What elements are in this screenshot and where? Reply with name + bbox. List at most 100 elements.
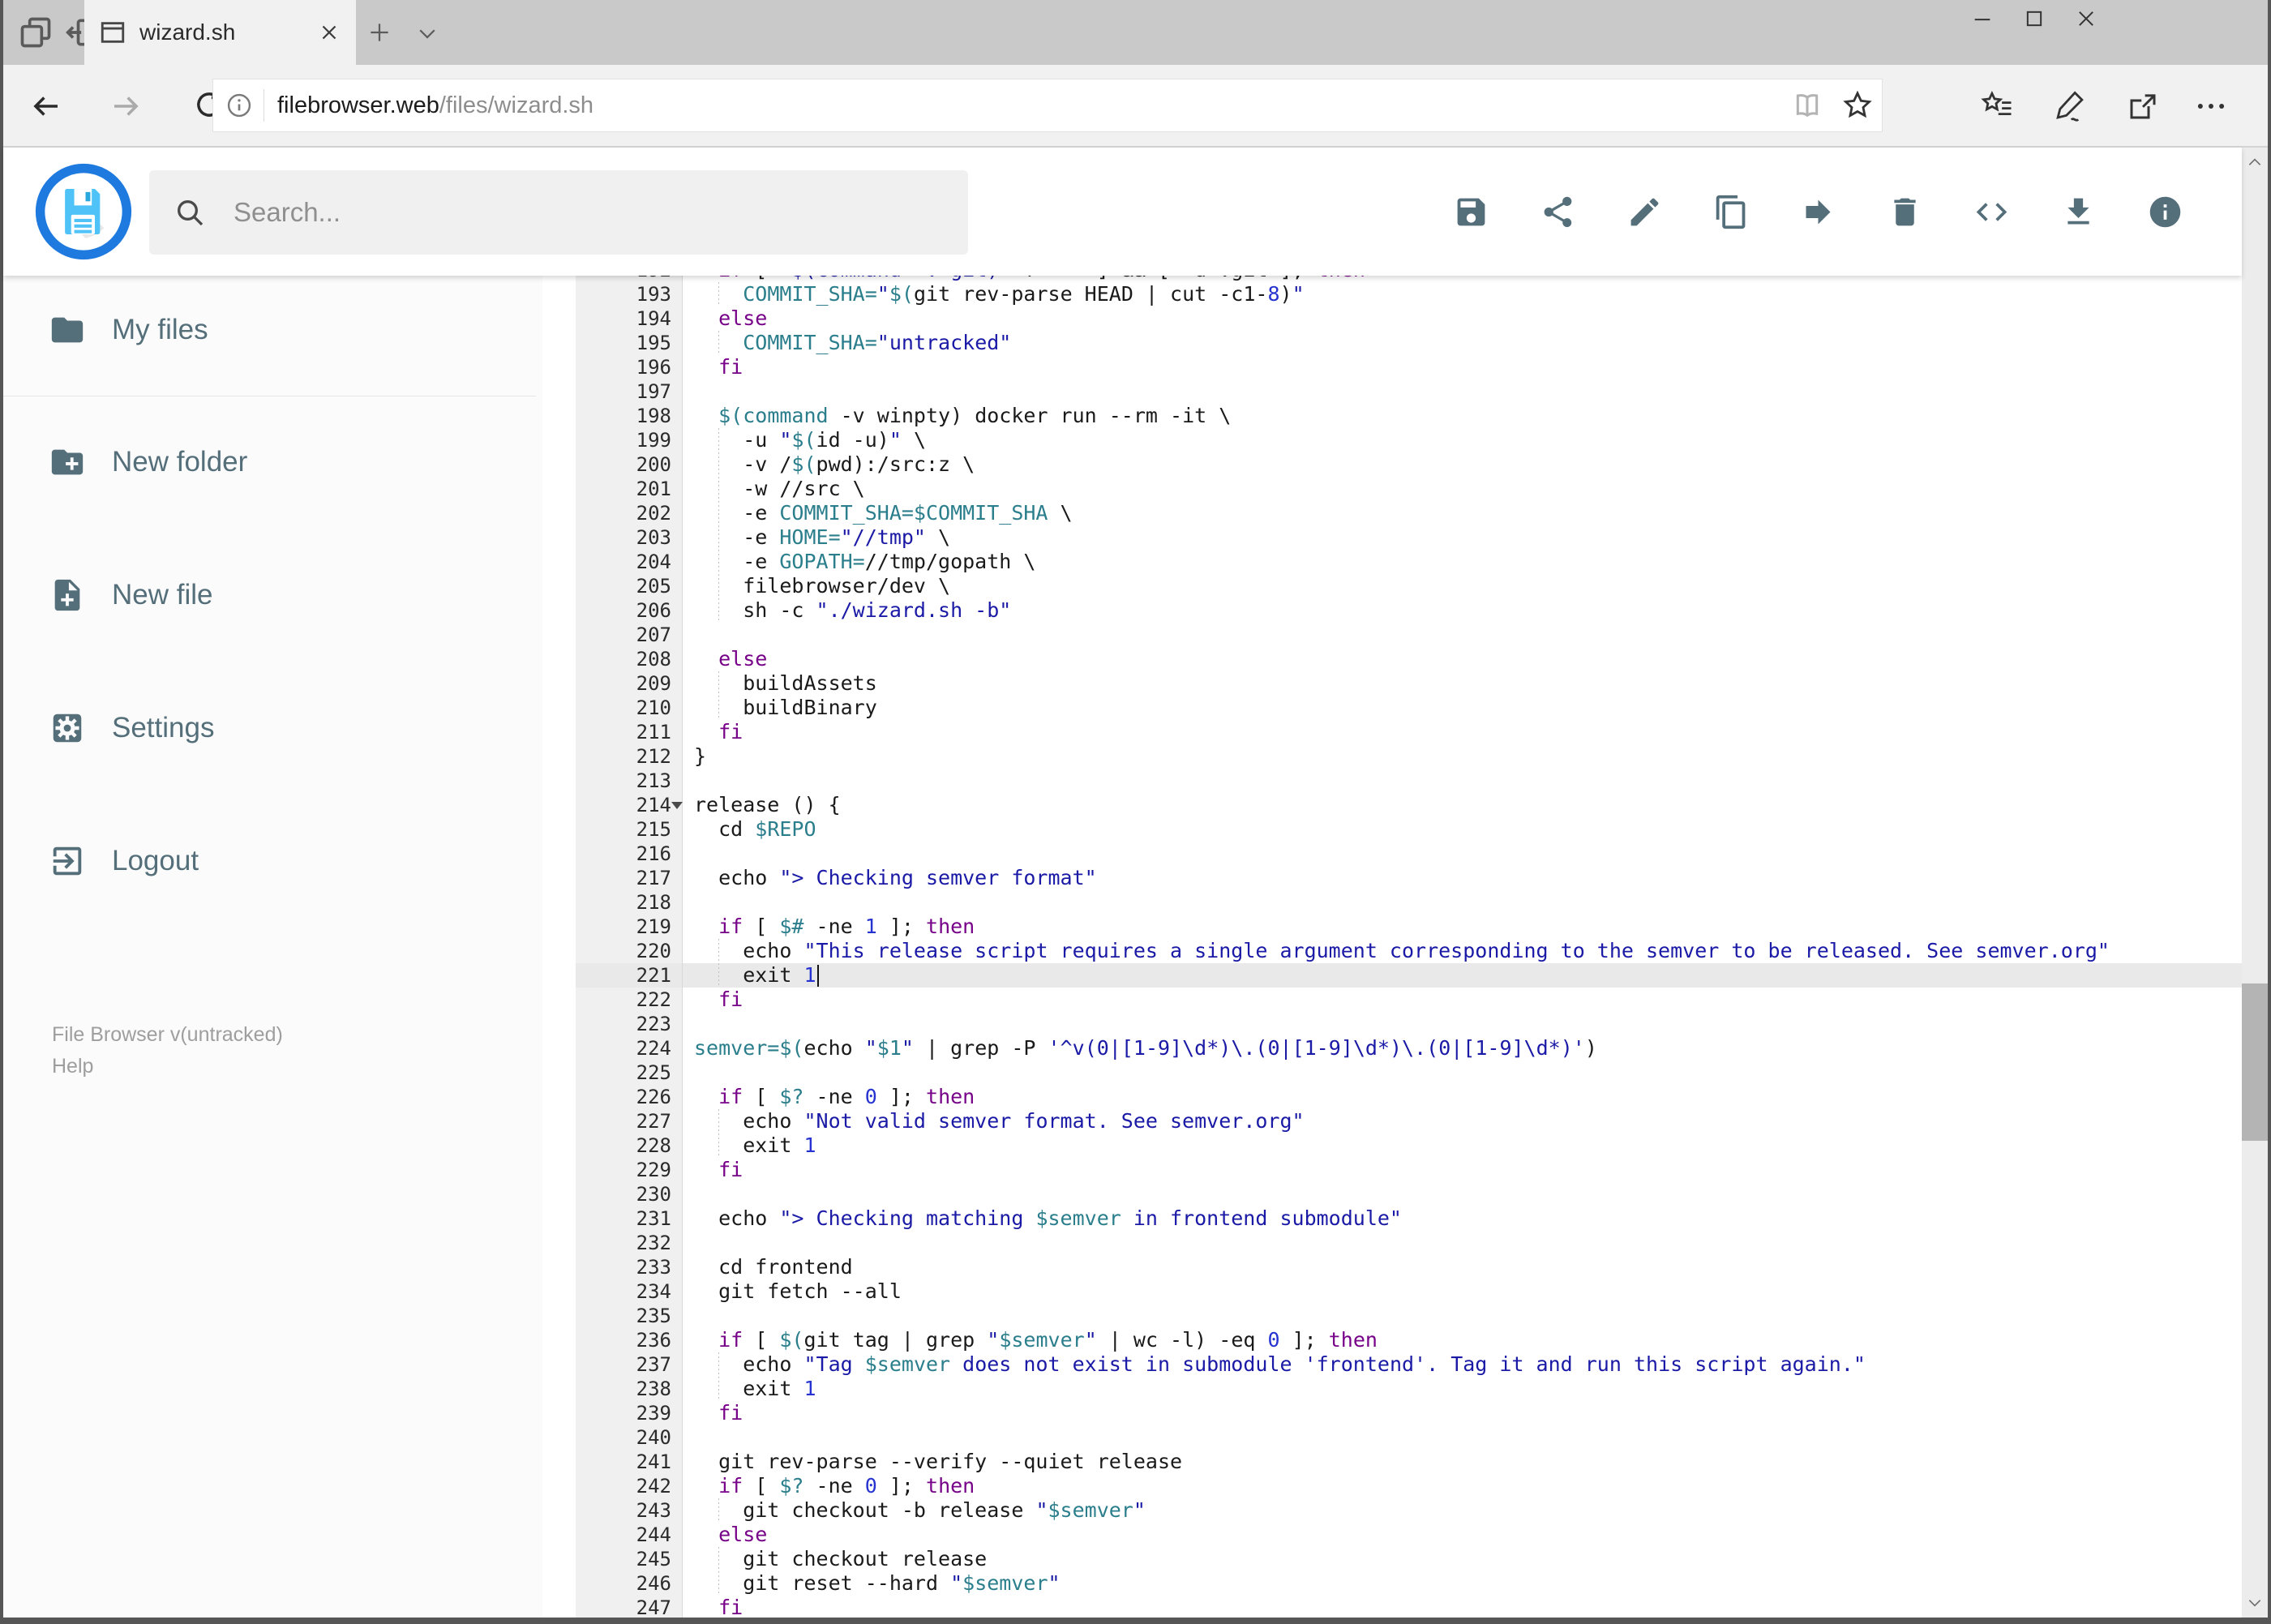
- code-line[interactable]: 221 exit 1: [576, 963, 2242, 988]
- code-line[interactable]: 197: [576, 379, 2242, 404]
- code-line[interactable]: 219 if [ $# -ne 1 ]; then: [576, 915, 2242, 939]
- sidebar-item-logout[interactable]: Logout: [3, 828, 542, 894]
- code-line[interactable]: 236 if [ $(git tag | grep "$semver" | wc…: [576, 1328, 2242, 1352]
- share-button[interactable]: [1540, 194, 1576, 230]
- code-line[interactable]: 246 git reset --hard "$semver": [576, 1571, 2242, 1596]
- code-line[interactable]: 192 if [ "$(command -v git)" != "" ] && …: [576, 276, 2242, 282]
- code-line[interactable]: 212}: [576, 744, 2242, 769]
- site-info-icon[interactable]: [225, 91, 254, 120]
- code-line[interactable]: 230: [576, 1182, 2242, 1206]
- code-line[interactable]: 193 COMMIT_SHA="$(git rev-parse HEAD | c…: [576, 282, 2242, 306]
- scrollbar-thumb[interactable]: [2242, 983, 2268, 1141]
- code-line[interactable]: 203 -e HOME="//tmp" \: [576, 525, 2242, 550]
- code-line[interactable]: 235: [576, 1304, 2242, 1328]
- close-window-button[interactable]: [2075, 7, 2097, 30]
- raw-code-button[interactable]: [1973, 194, 2010, 230]
- minimize-button[interactable]: [1971, 7, 1994, 30]
- sidebar-item-new-folder[interactable]: New folder: [3, 429, 542, 495]
- sidebar-item-my-files[interactable]: My files: [3, 297, 542, 363]
- code-line[interactable]: 231 echo "> Checking matching $semver in…: [576, 1206, 2242, 1231]
- move-button[interactable]: [1800, 194, 1836, 230]
- code-line[interactable]: 247 fi: [576, 1596, 2242, 1618]
- code-line[interactable]: 214 release () {: [576, 793, 2242, 817]
- code-line[interactable]: 234 git fetch --all: [576, 1279, 2242, 1304]
- code-line[interactable]: 199 -u "$(id -u)" \: [576, 428, 2242, 452]
- code-line[interactable]: 239 fi: [576, 1401, 2242, 1425]
- code-line[interactable]: 217 echo "> Checking semver format": [576, 866, 2242, 890]
- code-line[interactable]: 243 git checkout -b release "$semver": [576, 1498, 2242, 1523]
- fold-arrow-icon[interactable]: [671, 802, 683, 809]
- code-line[interactable]: 194 else: [576, 306, 2242, 331]
- code-text: exit 1: [683, 1133, 816, 1158]
- code-line[interactable]: 216: [576, 842, 2242, 866]
- forward-button[interactable]: [109, 89, 143, 123]
- download-button[interactable]: [2060, 194, 2097, 230]
- code-line[interactable]: 195 COMMIT_SHA="untracked": [576, 331, 2242, 355]
- code-line[interactable]: 208 else: [576, 647, 2242, 671]
- code-line[interactable]: 198 $(command -v winpty) docker run --rm…: [576, 404, 2242, 428]
- code-line[interactable]: 224 semver=$(echo "$1" | grep -P '^v(0|[1…: [576, 1036, 2242, 1061]
- code-line[interactable]: 213: [576, 769, 2242, 793]
- copy-button[interactable]: [1713, 194, 1750, 230]
- new-tab-button[interactable]: [366, 19, 392, 45]
- code-line[interactable]: 210 buildBinary: [576, 696, 2242, 720]
- code-line[interactable]: 241 git rev-parse --verify --quiet relea…: [576, 1450, 2242, 1474]
- web-notes-pen-icon[interactable]: [2053, 89, 2087, 123]
- browser-tab[interactable]: wizard.sh: [84, 0, 356, 65]
- tab-preview-icon[interactable]: [18, 15, 54, 50]
- share-page-icon[interactable]: [2126, 89, 2160, 123]
- reading-view-icon[interactable]: [1791, 89, 1823, 122]
- code-line[interactable]: 211 fi: [576, 720, 2242, 744]
- save-button[interactable]: [1453, 194, 1489, 230]
- code-line[interactable]: 244 else: [576, 1523, 2242, 1547]
- code-line[interactable]: 245 git checkout release: [576, 1547, 2242, 1571]
- sidebar-item-settings[interactable]: Settings: [3, 695, 542, 761]
- scroll-down-icon[interactable]: [2247, 1595, 2263, 1611]
- help-link[interactable]: Help: [52, 1051, 283, 1082]
- back-button[interactable]: [29, 89, 63, 123]
- code-line[interactable]: 238 exit 1: [576, 1377, 2242, 1401]
- code-line[interactable]: 225: [576, 1061, 2242, 1085]
- more-menu-icon[interactable]: [2194, 89, 2228, 123]
- delete-button[interactable]: [1887, 194, 1923, 230]
- info-button[interactable]: [2147, 194, 2183, 230]
- code-line[interactable]: 228 exit 1: [576, 1133, 2242, 1158]
- code-line[interactable]: 232: [576, 1231, 2242, 1255]
- favorite-star-icon[interactable]: [1841, 89, 1874, 122]
- code-line[interactable]: 220 echo "This release script requires a…: [576, 939, 2242, 963]
- filebrowser-logo-icon[interactable]: [34, 162, 133, 261]
- code-line[interactable]: 196 fi: [576, 355, 2242, 379]
- code-editor[interactable]: 192 if [ "$(command -v git)" != "" ] && …: [542, 276, 2242, 1618]
- vertical-scrollbar[interactable]: [2242, 148, 2268, 1618]
- code-line[interactable]: 209 buildAssets: [576, 671, 2242, 696]
- code-line[interactable]: 242 if [ $? -ne 0 ]; then: [576, 1474, 2242, 1498]
- code-line[interactable]: 205 filebrowser/dev \: [576, 574, 2242, 598]
- url-bar[interactable]: filebrowser.web/files/wizard.sh: [212, 79, 1883, 132]
- code-line[interactable]: 201 -w //src \: [576, 477, 2242, 501]
- rename-button[interactable]: [1626, 194, 1663, 230]
- code-line[interactable]: 223: [576, 1012, 2242, 1036]
- code-line[interactable]: 218: [576, 890, 2242, 915]
- scroll-up-icon[interactable]: [2247, 154, 2263, 170]
- tab-close-icon[interactable]: [317, 20, 341, 45]
- code-line[interactable]: 200 -v /$(pwd):/src:z \: [576, 452, 2242, 477]
- code-line[interactable]: 215 cd $REPO: [576, 817, 2242, 842]
- tab-list-chevron-icon[interactable]: [415, 21, 439, 45]
- search-input[interactable]: [234, 197, 944, 228]
- code-line[interactable]: 226 if [ $? -ne 0 ]; then: [576, 1085, 2242, 1109]
- code-line[interactable]: 237 echo "Tag $semver does not exist in …: [576, 1352, 2242, 1377]
- line-number: 214: [576, 793, 683, 817]
- code-line[interactable]: 222 fi: [576, 988, 2242, 1012]
- code-line[interactable]: 204 -e GOPATH=//tmp/gopath \: [576, 550, 2242, 574]
- search-box[interactable]: [149, 170, 968, 255]
- code-line[interactable]: 206 sh -c "./wizard.sh -b": [576, 598, 2242, 623]
- maximize-button[interactable]: [2023, 7, 2046, 30]
- hub-favorites-icon[interactable]: [1980, 89, 2014, 123]
- code-line[interactable]: 229 fi: [576, 1158, 2242, 1182]
- code-line[interactable]: 240: [576, 1425, 2242, 1450]
- code-line[interactable]: 202 -e COMMIT_SHA=$COMMIT_SHA \: [576, 501, 2242, 525]
- code-line[interactable]: 207: [576, 623, 2242, 647]
- code-line[interactable]: 227 echo "Not valid semver format. See s…: [576, 1109, 2242, 1133]
- code-line[interactable]: 233 cd frontend: [576, 1255, 2242, 1279]
- sidebar-item-new-file[interactable]: New file: [3, 562, 542, 628]
